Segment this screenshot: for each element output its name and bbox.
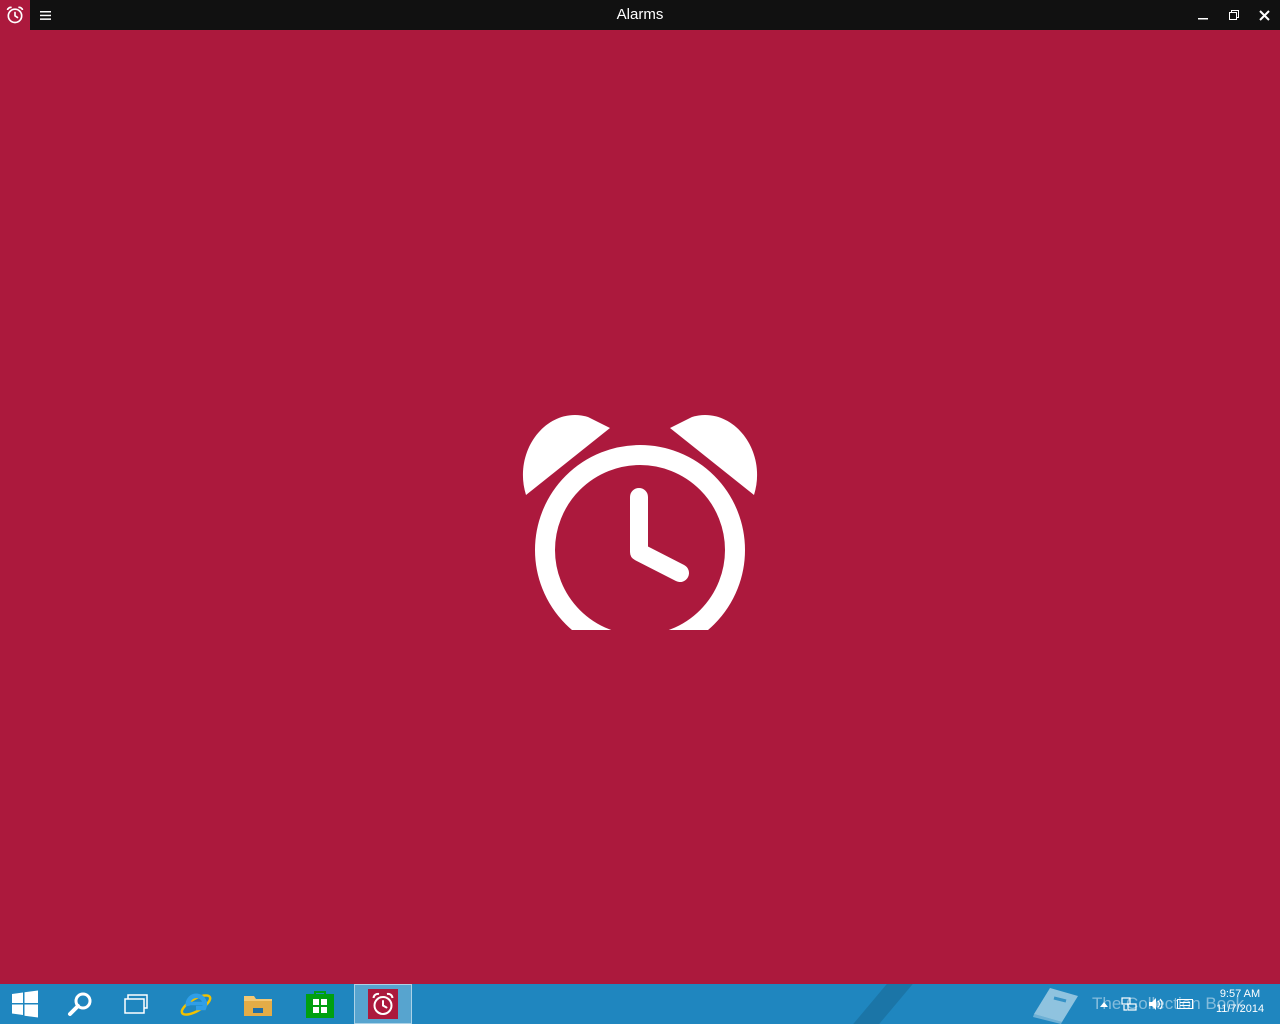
folder-icon (244, 996, 272, 1016)
book-icon (1033, 988, 1078, 1024)
windows-logo-icon (12, 990, 38, 1018)
keyboard-button[interactable] (1174, 984, 1196, 1024)
store-bag-icon (306, 991, 334, 1018)
file-explorer-button[interactable] (230, 984, 286, 1024)
volume-icon (1149, 998, 1163, 1010)
keyboard-icon (1177, 999, 1193, 1009)
internet-explorer-icon (180, 993, 212, 1016)
taskbar-clock[interactable]: 9:57 AM 11/7/2014 (1206, 987, 1274, 1017)
hamburger-menu-icon[interactable] (30, 0, 60, 30)
taskbar-decoration (853, 984, 913, 1024)
task-view-button[interactable] (108, 984, 164, 1024)
window-title: Alarms (616, 6, 664, 23)
close-button[interactable] (1249, 0, 1280, 30)
clock-time: 9:57 AM (1219, 988, 1261, 1000)
search-button[interactable] (52, 984, 108, 1024)
desktop-screen: Alarms The Collection Book 9:57 AM 11/7/… (0, 0, 1280, 1024)
search-icon (68, 992, 92, 1016)
title-bar: Alarms (0, 0, 1280, 30)
window-controls (1187, 0, 1280, 30)
start-button[interactable] (0, 984, 50, 1024)
task-view-icon (124, 994, 148, 1014)
taskbar: The Collection Book 9:57 AM 11/7/2014 (0, 984, 1280, 1024)
restore-button[interactable] (1218, 0, 1249, 30)
show-hidden-icons-button[interactable] (1096, 984, 1112, 1024)
alarms-taskbar-button[interactable] (354, 984, 412, 1024)
internet-explorer-button[interactable] (168, 984, 224, 1024)
network-button[interactable] (1118, 984, 1140, 1024)
alarm-clock-icon[interactable] (0, 0, 30, 30)
volume-button[interactable] (1144, 984, 1166, 1024)
clock-date: 11/7/2014 (1215, 1003, 1265, 1015)
network-icon (1121, 997, 1137, 1011)
store-button[interactable] (292, 984, 348, 1024)
close-icon (1259, 9, 1270, 21)
chevron-up-icon (1100, 1002, 1108, 1007)
splash-screen (0, 30, 1280, 984)
alarm-clock-icon (368, 989, 398, 1019)
restore-icon (1228, 10, 1239, 20)
minimize-icon (1197, 18, 1208, 20)
alarm-clock-icon (522, 415, 758, 630)
minimize-button[interactable] (1187, 0, 1218, 30)
